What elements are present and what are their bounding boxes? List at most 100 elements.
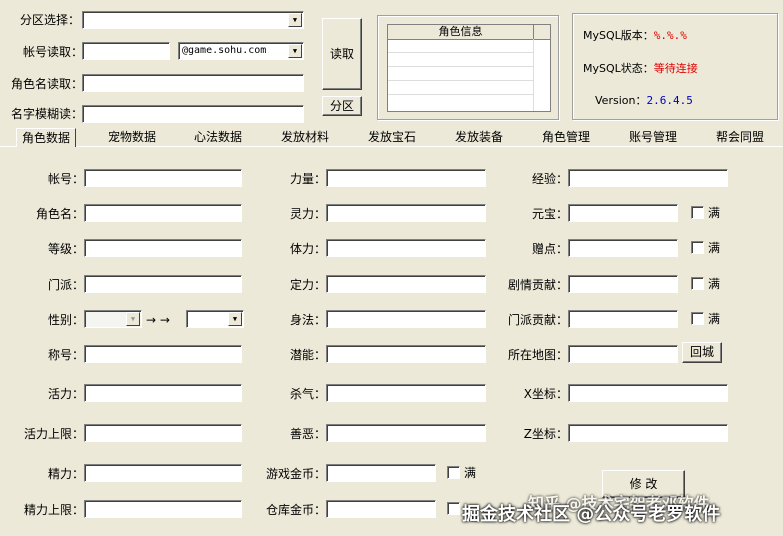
chevron-down-icon[interactable]: ▼: [126, 312, 140, 326]
energy-max-field[interactable]: [84, 500, 242, 518]
tab-strip-border: [0, 146, 783, 147]
gender-target-select[interactable]: ▼: [186, 310, 244, 328]
role-read-input[interactable]: [82, 74, 304, 92]
strength-field[interactable]: [326, 169, 486, 187]
tab-give-gems[interactable]: 发放宝石: [368, 128, 416, 146]
yuanbao-label: 元宝：: [531, 207, 568, 221]
account-read-input[interactable]: [82, 42, 170, 60]
title-field[interactable]: [84, 345, 242, 363]
app-version-value: 2.6.4.5: [646, 94, 693, 107]
return-city-button[interactable]: 回城: [682, 342, 722, 363]
strength-label: 力量：: [289, 172, 326, 186]
sect-contribution-full-checkbox[interactable]: [691, 312, 704, 325]
potential-field[interactable]: [326, 345, 486, 363]
energy-max-label: 精力上限：: [23, 503, 84, 517]
agility-field[interactable]: [326, 310, 486, 328]
sect-field[interactable]: [84, 275, 242, 293]
sect-label: 门派：: [47, 278, 84, 292]
stamina-label: 体力：: [289, 242, 326, 256]
mysql-version-row: MySQL版本：%.%.%: [583, 28, 687, 44]
agility-label: 身法：: [289, 313, 326, 327]
storage-gold-label: 仓库金币：: [265, 503, 326, 517]
zone-select[interactable]: ▼: [82, 11, 304, 29]
account-field[interactable]: [84, 169, 242, 187]
stamina-field[interactable]: [326, 239, 486, 257]
account-read-label: 帐号读取：: [23, 45, 84, 59]
game-gold-label: 游戏金币：: [265, 467, 326, 481]
bonus-points-full-label: 满: [708, 241, 721, 255]
yuanbao-full-checkbox[interactable]: [691, 206, 704, 219]
account-domain-value: @game.sohu.com: [182, 45, 267, 56]
account-domain-select[interactable]: @game.sohu.com ▼: [178, 42, 304, 60]
level-field[interactable]: [84, 239, 242, 257]
tab-guild-alliance[interactable]: 帮会同盟: [716, 128, 764, 146]
chevron-down-icon[interactable]: ▼: [288, 13, 302, 27]
morality-label: 善恶：: [289, 427, 326, 441]
tab-give-equipment[interactable]: 发放装备: [455, 128, 503, 146]
game-gold-full-label: 满: [464, 466, 477, 480]
energy-label: 精力：: [47, 467, 84, 481]
bonus-points-field[interactable]: [568, 239, 678, 257]
zone-button[interactable]: 分区: [322, 96, 362, 116]
energy-field[interactable]: [84, 464, 242, 482]
tab-role-manage[interactable]: 角色管理: [542, 128, 590, 146]
vitality-max-field[interactable]: [84, 424, 242, 442]
tab-pet-data[interactable]: 宠物数据: [108, 128, 156, 146]
fuzzy-read-label: 名字模糊读：: [11, 107, 84, 121]
app-version-row: Version：2.6.4.5: [595, 93, 693, 109]
mysql-status-value: 等待连接: [653, 62, 698, 75]
app-version-label: Version：: [595, 94, 647, 107]
x-coord-field[interactable]: [568, 384, 728, 402]
account-label: 帐号：: [47, 172, 84, 186]
killing-intent-label: 杀气：: [289, 387, 326, 401]
chevron-down-icon[interactable]: ▼: [228, 312, 242, 326]
storage-gold-field[interactable]: [326, 500, 436, 518]
tab-give-materials[interactable]: 发放材料: [281, 128, 329, 146]
chevron-down-icon[interactable]: ▼: [288, 44, 302, 58]
mysql-version-value: %.%.%: [653, 29, 687, 42]
story-contribution-field[interactable]: [568, 275, 678, 293]
experience-field[interactable]: [568, 169, 728, 187]
potential-label: 潜能：: [289, 348, 326, 362]
role-name-field[interactable]: [84, 204, 242, 222]
story-contribution-full-checkbox[interactable]: [691, 277, 704, 290]
game-gold-field[interactable]: [326, 464, 436, 482]
game-gold-full-checkbox[interactable]: [447, 466, 460, 479]
morality-field[interactable]: [326, 424, 486, 442]
mysql-version-label: MySQL版本：: [583, 29, 654, 42]
story-contribution-full-label: 满: [708, 277, 721, 291]
z-coord-field[interactable]: [568, 424, 728, 442]
level-label: 等级：: [47, 242, 84, 256]
tab-account-manage[interactable]: 账号管理: [629, 128, 677, 146]
spirit-label: 灵力：: [289, 207, 326, 221]
gender-select[interactable]: ▼: [84, 310, 142, 328]
x-coord-label: X坐标：: [523, 387, 568, 401]
watermark-line2: 掘金技术社区 @公众号老罗软件: [462, 504, 721, 525]
title-label: 称号：: [47, 348, 84, 362]
role-info-list[interactable]: 角色信息: [387, 24, 551, 112]
spirit-field[interactable]: [326, 204, 486, 222]
storage-gold-full-checkbox[interactable]: [447, 502, 460, 515]
fuzzy-read-input[interactable]: [82, 105, 304, 123]
current-map-label: 所在地图：: [507, 348, 568, 362]
vitality-field[interactable]: [84, 384, 242, 402]
role-info-header: 角色信息: [388, 25, 534, 39]
sect-contribution-field[interactable]: [568, 310, 678, 328]
role-name-label: 角色名：: [35, 207, 84, 221]
mysql-status-row: MySQL状态：等待连接: [583, 61, 698, 77]
mysql-status-label: MySQL状态：: [583, 62, 654, 75]
bonus-points-label: 赠点：: [531, 242, 568, 256]
yuanbao-field[interactable]: [568, 204, 678, 222]
z-coord-label: Z坐标：: [523, 427, 568, 441]
focus-field[interactable]: [326, 275, 486, 293]
zone-select-label: 分区选择：: [20, 13, 81, 27]
tab-role-data[interactable]: 角色数据: [16, 128, 77, 147]
read-button[interactable]: 读取: [322, 18, 362, 90]
killing-intent-field[interactable]: [326, 384, 486, 402]
bonus-points-full-checkbox[interactable]: [691, 241, 704, 254]
gender-label: 性别：: [47, 313, 84, 327]
sect-contribution-full-label: 满: [708, 312, 721, 326]
tab-skill-data[interactable]: 心法数据: [194, 128, 242, 146]
current-map-field[interactable]: [568, 345, 678, 363]
arrow-icons: → →: [146, 313, 170, 327]
